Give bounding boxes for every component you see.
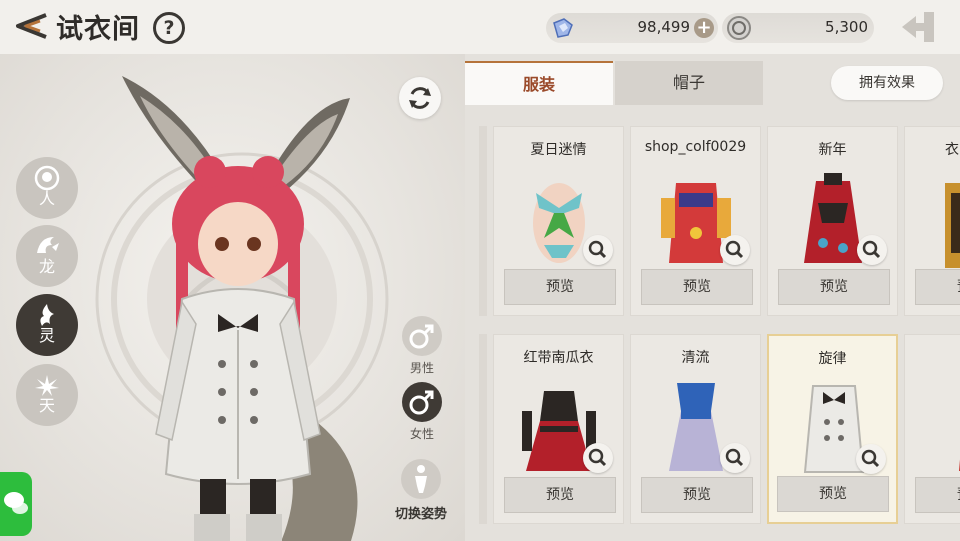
item-card[interactable]: shop_colf0029 预览 xyxy=(630,126,761,316)
race-label: 人 xyxy=(38,189,55,208)
exit-icon[interactable] xyxy=(900,10,940,44)
grid-edge xyxy=(479,334,487,524)
grid-edge xyxy=(479,126,487,316)
preview-button[interactable]: 预览 xyxy=(641,269,753,305)
switch-pose-button[interactable]: 切换姿势 xyxy=(386,459,456,522)
top-bar: 试衣间 ? 98,499 + 5,300 xyxy=(0,0,960,54)
crystal-amount: 98,499 xyxy=(637,18,691,36)
pose-label: 切换姿势 xyxy=(394,507,447,522)
race-heaven-button[interactable]: 天 xyxy=(16,364,78,426)
race-label: 龙 xyxy=(38,257,55,276)
owned-effects-button[interactable]: 拥有效果 xyxy=(831,66,943,100)
tab-clothing[interactable]: 服装 xyxy=(465,61,613,105)
female-symbol-icon xyxy=(402,382,442,422)
item-name: 清流 xyxy=(681,350,710,366)
race-label: 天 xyxy=(38,396,55,415)
preview-button[interactable]: 预览 xyxy=(777,476,889,512)
tab-hats[interactable]: 帽子 xyxy=(615,61,763,105)
gold-outfit-icon xyxy=(945,183,960,268)
gender-label: 女性 xyxy=(409,427,434,441)
gender-male-button[interactable]: 男性 xyxy=(398,316,446,376)
item-grid: 夏日迷情 预览 shop_colf0029 预览 新年 预览 衣 红带南瓜衣 预… xyxy=(479,126,960,526)
preview-button[interactable]: 预览 xyxy=(915,269,960,305)
help-button[interactable]: ? xyxy=(153,12,185,44)
gender-female-button[interactable]: 女性 xyxy=(398,382,446,442)
male-symbol-icon xyxy=(402,316,442,356)
coin-amount: 5,300 xyxy=(825,18,868,36)
currency-crystal: 98,499 + xyxy=(546,13,718,43)
preview-button[interactable]: 预览 xyxy=(778,269,890,305)
blue-crystal-icon xyxy=(553,18,573,38)
chat-button[interactable] xyxy=(0,472,32,536)
race-spirit-button[interactable]: 灵 xyxy=(16,294,78,356)
race-label: 灵 xyxy=(38,326,55,345)
item-name: 红带南瓜衣 xyxy=(523,350,594,366)
wardrobe-panel: 服装 帽子 拥有效果 夏日迷情 预览 shop_colf0029 预览 新年 预… xyxy=(465,54,960,541)
zoom-magnifier-icon[interactable] xyxy=(856,444,886,474)
preview-button[interactable]: 预览 xyxy=(504,477,616,513)
item-name: 旋律 xyxy=(818,351,847,367)
person-pose-icon xyxy=(401,459,441,499)
race-dragon-button[interactable]: 龙 xyxy=(16,225,78,287)
item-name: shop_colf0029 xyxy=(644,139,747,155)
red-outfit-icon xyxy=(959,459,960,471)
item-name: 夏日迷情 xyxy=(530,142,587,158)
character-model[interactable] xyxy=(110,74,370,541)
zoom-magnifier-icon[interactable] xyxy=(583,443,613,473)
zoom-magnifier-icon[interactable] xyxy=(720,443,750,473)
preview-button[interactable]: 预览 xyxy=(915,477,960,513)
chat-bubble-icon xyxy=(4,492,28,514)
item-card-selected[interactable]: 旋律 预览 xyxy=(767,334,898,524)
item-name: 新年 xyxy=(818,142,847,158)
add-crystal-button[interactable]: + xyxy=(694,18,714,38)
preview-button[interactable]: 预览 xyxy=(641,477,753,513)
item-card[interactable]: 预览 xyxy=(904,334,960,524)
zoom-magnifier-icon[interactable] xyxy=(857,235,887,265)
item-card[interactable]: 夏日迷情 预览 xyxy=(493,126,624,316)
gender-label: 男性 xyxy=(409,361,434,375)
silver-coin-icon xyxy=(727,16,751,40)
character-preview-area[interactable]: 人 龙 灵 天 男性 女性 切换姿势 xyxy=(0,54,465,541)
rotate-refresh-icon[interactable] xyxy=(399,77,441,119)
race-human-button[interactable]: 人 xyxy=(16,157,78,219)
item-card[interactable]: 衣 预览 xyxy=(904,126,960,316)
currency-coin: 5,300 xyxy=(722,13,874,43)
zoom-magnifier-icon[interactable] xyxy=(583,235,613,265)
item-card[interactable]: 新年 预览 xyxy=(767,126,898,316)
back-arrow-icon[interactable] xyxy=(10,11,48,41)
preview-button[interactable]: 预览 xyxy=(504,269,616,305)
page-title: 试衣间 xyxy=(56,14,140,45)
item-card[interactable]: 红带南瓜衣 预览 xyxy=(493,334,624,524)
item-card[interactable]: 清流 预览 xyxy=(630,334,761,524)
zoom-magnifier-icon[interactable] xyxy=(720,235,750,265)
item-name: 衣 xyxy=(945,142,959,158)
